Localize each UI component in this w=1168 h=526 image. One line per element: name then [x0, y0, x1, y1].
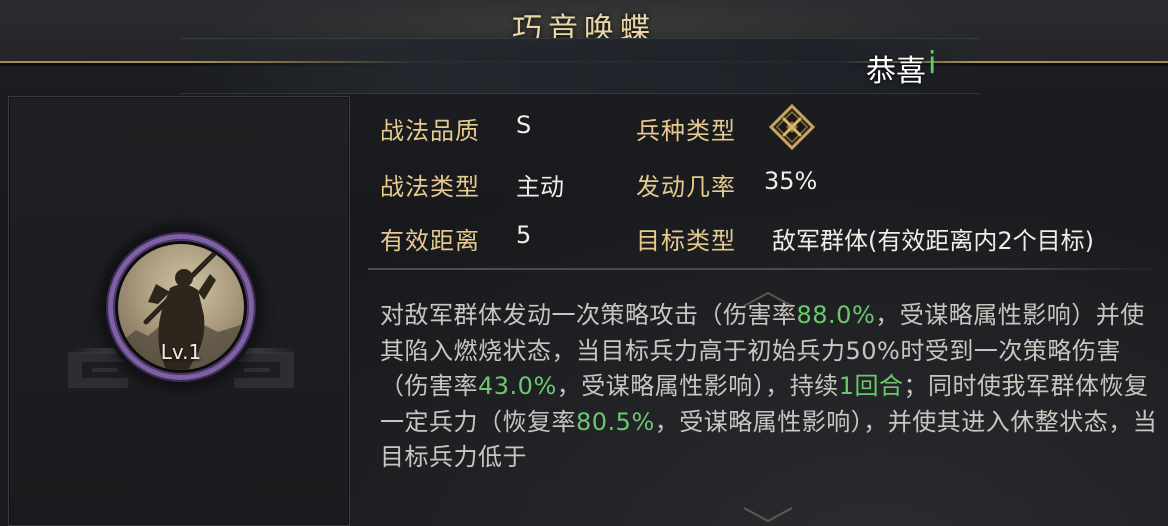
description-highlight: 1回合: [838, 372, 904, 400]
description-highlight: 43.0%: [478, 372, 557, 400]
troop-type-icon[interactable]: [768, 103, 816, 151]
target-type-value: 敌军群体(有效距离内2个目标): [772, 227, 1094, 255]
section-divider: [368, 268, 1168, 270]
toast-text-tail: i: [928, 46, 937, 81]
trigger-rate-label: 发动几率: [636, 173, 736, 201]
description-highlight: 80.5%: [576, 407, 655, 436]
troop-type-label: 兵种类型: [636, 117, 736, 145]
skill-type-label: 战法类型: [380, 173, 480, 201]
trigger-rate-value: 35%: [764, 167, 818, 195]
skill-description: 对敌军群体发动一次策略攻击（伤害率88.0%，受谋略属性影响）并使其陷入燃烧状态…: [380, 298, 1160, 476]
toast-text: 恭喜: [866, 54, 926, 89]
toast-banner: [180, 38, 980, 94]
skill-level: Lv.1: [160, 340, 202, 364]
description-text: ，受谋略属性影响），持续: [556, 372, 839, 400]
range-label: 有效距离: [380, 227, 480, 255]
chevron-down-icon: [743, 507, 793, 523]
description-text: 对敌军群体发动一次策略攻击（伤害率: [380, 301, 797, 329]
range-value: 5: [516, 221, 532, 249]
description-highlight: 88.0%: [796, 301, 876, 329]
quality-label: 战法品质: [380, 117, 480, 145]
target-type-label: 目标类型: [636, 227, 736, 255]
skill-type-value: 主动: [516, 173, 564, 201]
quality-value: S: [516, 111, 532, 139]
